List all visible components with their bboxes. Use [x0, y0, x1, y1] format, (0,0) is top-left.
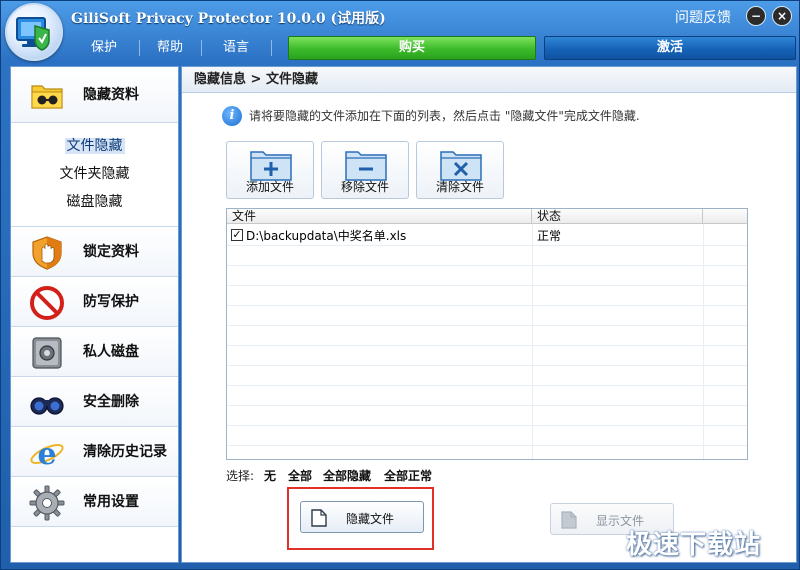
menu-separator	[139, 40, 140, 56]
column-header-file[interactable]: 文件	[227, 209, 532, 224]
internet-explorer-icon: e	[30, 437, 64, 471]
sidebar-item-label: 私人磁盘	[83, 344, 139, 360]
column-header-empty	[703, 209, 747, 224]
sidebar-item-lock-data[interactable]: 锁定资料	[11, 227, 178, 277]
sidebar-item-write-protect[interactable]: 防写保护	[11, 277, 178, 327]
folder-remove-icon	[345, 151, 387, 181]
activate-button[interactable]: 激活	[544, 36, 796, 60]
row-divider	[227, 425, 747, 426]
info-text: 请将要隐藏的文件添加在下面的列表，然后点击 "隐藏文件"完成文件隐藏.	[249, 109, 640, 123]
sidebar-item-label: 隐藏资料	[83, 87, 139, 103]
sub-item-disk-hide[interactable]: 磁盘隐藏	[11, 191, 178, 213]
shield-hand-icon	[32, 236, 62, 270]
sidebar-item-settings[interactable]: 常用设置	[11, 477, 178, 527]
row-divider	[227, 265, 747, 266]
sidebar-item-clear-history[interactable]: e 清除历史记录	[11, 427, 178, 477]
menu-help[interactable]: 帮助	[141, 35, 199, 61]
sidebar-item-label: 锁定资料	[83, 244, 139, 260]
row-file-path: D:\backupdata\中奖名单.xls	[246, 229, 407, 243]
row-divider	[227, 405, 747, 406]
menu-protect[interactable]: 保护	[71, 35, 137, 61]
row-divider	[227, 385, 747, 386]
remove-file-button[interactable]: 移除文件	[321, 141, 409, 199]
app-window: GiliSoft Privacy Protector 10.0.0 (试用版) …	[0, 0, 800, 570]
select-label: 选择:	[226, 469, 255, 483]
sub-nav: 文件隐藏 文件夹隐藏 磁盘隐藏	[11, 123, 178, 227]
svg-text:e: e	[37, 437, 56, 471]
main-panel: 隐藏信息 > 文件隐藏 i 请将要隐藏的文件添加在下面的列表，然后点击 "隐藏文…	[181, 66, 797, 563]
binoculars-icon	[30, 397, 64, 415]
table-header: 文件 状态	[227, 209, 747, 224]
app-logo-icon	[5, 3, 63, 61]
sidebar-item-secure-delete[interactable]: 安全删除	[11, 377, 178, 427]
safe-icon	[32, 337, 62, 369]
sidebar: 隐藏资料 文件隐藏 文件夹隐藏 磁盘隐藏 锁定资料 防写保护 私人磁盘 安全删除…	[10, 66, 179, 563]
sub-item-label: 文件隐藏	[64, 138, 125, 154]
clear-file-label: 清除文件	[435, 180, 484, 194]
buy-button[interactable]: 购买	[288, 36, 536, 60]
row-checkbox[interactable]: ✓	[231, 229, 243, 241]
table-row[interactable]: ✓ D:\backupdata\中奖名单.xls 正常	[227, 225, 747, 245]
menu-separator	[201, 40, 202, 56]
gear-icon	[29, 485, 65, 521]
sidebar-item-label: 常用设置	[83, 494, 139, 510]
menu-language[interactable]: 语言	[203, 35, 269, 61]
row-status: 正常	[537, 229, 562, 243]
menu-separator	[271, 40, 272, 56]
hide-file-label: 隐藏文件	[346, 512, 395, 526]
row-divider	[227, 325, 747, 326]
window-title: GiliSoft Privacy Protector 10.0.0 (试用版)	[71, 11, 386, 27]
row-divider	[227, 305, 747, 306]
clear-file-button[interactable]: 清除文件	[416, 141, 504, 199]
folder-add-icon	[250, 151, 292, 181]
column-header-status[interactable]: 状态	[532, 209, 703, 224]
add-file-button[interactable]: 添加文件	[226, 141, 314, 199]
menu-bar: 保护 帮助 语言 购买 激活	[71, 35, 797, 61]
select-all-link[interactable]: 全部	[288, 467, 312, 484]
sidebar-item-private-disk[interactable]: 私人磁盘	[11, 327, 178, 377]
row-divider	[227, 345, 747, 346]
title-bar[interactable]: GiliSoft Privacy Protector 10.0.0 (试用版) …	[1, 1, 799, 61]
select-all-normal-link[interactable]: 全部正常	[384, 467, 432, 484]
sidebar-item-label: 安全删除	[83, 394, 139, 410]
info-icon: i	[222, 106, 242, 126]
no-entry-icon	[30, 286, 64, 320]
info-row: i 请将要隐藏的文件添加在下面的列表，然后点击 "隐藏文件"完成文件隐藏.	[222, 104, 652, 128]
sub-item-folder-hide[interactable]: 文件夹隐藏	[11, 163, 178, 185]
add-file-label: 添加文件	[245, 180, 294, 194]
row-divider	[227, 365, 747, 366]
hide-file-button[interactable]: 隐藏文件	[300, 501, 424, 533]
sidebar-item-label: 清除历史记录	[83, 444, 167, 460]
folder-glasses-icon	[31, 85, 63, 109]
remove-file-label: 移除文件	[340, 180, 389, 194]
select-all-hidden-link[interactable]: 全部隐藏	[323, 467, 371, 484]
document-icon	[311, 509, 327, 527]
select-none-link[interactable]: 无	[264, 467, 276, 484]
close-button[interactable]: ×	[772, 6, 792, 26]
watermark: 极速下载站	[626, 530, 762, 560]
document-icon	[561, 511, 577, 529]
sidebar-item-hide-data[interactable]: 隐藏资料	[11, 67, 178, 123]
breadcrumb: 隐藏信息 > 文件隐藏	[182, 67, 796, 93]
sidebar-item-label: 防写保护	[83, 294, 139, 310]
row-divider	[227, 285, 747, 286]
row-divider	[227, 245, 747, 246]
file-table[interactable]: 文件 状态 ✓ D:\backupdata\中奖名单.xls 正常	[226, 208, 748, 460]
sub-item-file-hide[interactable]: 文件隐藏	[11, 135, 178, 157]
minimize-button[interactable]: −	[746, 6, 766, 26]
folder-clear-icon	[440, 151, 482, 181]
row-divider	[227, 445, 747, 446]
feedback-link[interactable]: 问题反馈	[675, 7, 731, 27]
